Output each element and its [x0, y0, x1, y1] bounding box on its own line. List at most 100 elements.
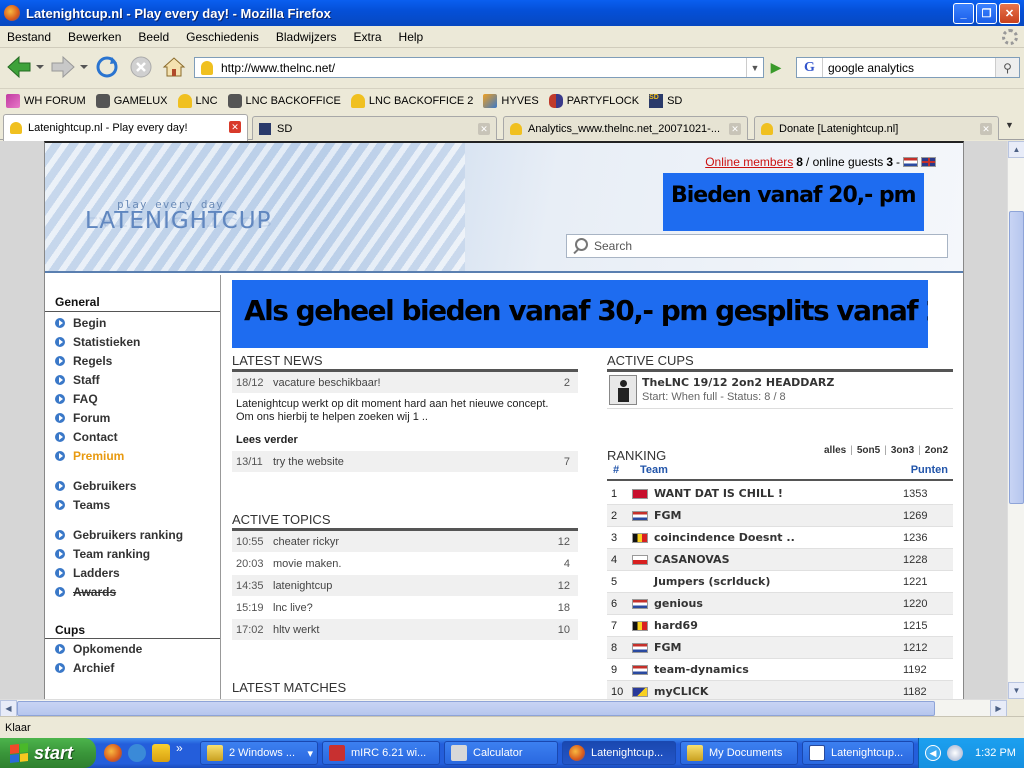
- ranking-row[interactable]: 3 coincindence Doesnt .. 1236: [607, 527, 953, 549]
- firefox-quicklaunch-icon[interactable]: [104, 744, 122, 762]
- network-tray-icon[interactable]: [947, 745, 963, 761]
- task-word-latenightcup[interactable]: Latenightcup...: [802, 741, 914, 765]
- ranking-row[interactable]: 1 WANT DAT IS CHILL ! 1353: [607, 483, 953, 505]
- sidebar-item-staff[interactable]: Staff: [55, 373, 100, 387]
- address-bar[interactable]: http://www.thelnc.net/ ▼: [194, 57, 764, 78]
- rank-team-name[interactable]: team-dynamics: [654, 663, 903, 676]
- menu-geschiedenis[interactable]: Geschiedenis: [186, 30, 259, 44]
- bookmark-hyves[interactable]: HYVES: [483, 93, 539, 108]
- topic-row[interactable]: 15:19 lnc live? 18: [232, 597, 578, 619]
- filter-3on3[interactable]: 3on3: [891, 445, 914, 456]
- vertical-scroll-thumb[interactable]: [1009, 211, 1024, 504]
- tab-sd[interactable]: SD ✕: [252, 116, 497, 140]
- read-more-link[interactable]: Lees verder: [236, 434, 298, 446]
- english-flag-icon[interactable]: [921, 157, 936, 167]
- scroll-left-icon[interactable]: ◀: [0, 700, 17, 717]
- app-quicklaunch-icon[interactable]: [152, 744, 170, 762]
- bookmark-gamelux[interactable]: GAMELUX: [95, 93, 168, 108]
- news-item[interactable]: 13/11 try the website 7: [232, 451, 578, 473]
- maximize-button[interactable]: ❐: [976, 3, 997, 24]
- sidebar-item-begin[interactable]: Begin: [55, 316, 106, 330]
- rank-team-name[interactable]: FGM: [654, 641, 903, 654]
- horizontal-scrollbar[interactable]: ◀ ▶: [0, 699, 1007, 717]
- forward-arrow-icon[interactable]: [50, 55, 76, 79]
- scroll-right-icon[interactable]: ▶: [990, 700, 1007, 717]
- start-button[interactable]: start: [0, 738, 96, 768]
- back-history-dropdown-icon[interactable]: [36, 63, 44, 71]
- bookmark-lnc[interactable]: LNC: [177, 93, 218, 108]
- sidebar-item-gebruikers[interactable]: Gebruikers: [55, 479, 136, 493]
- tab-close-icon[interactable]: ✕: [729, 123, 741, 135]
- sidebar-item-gebruikers-ranking[interactable]: Gebruikers ranking: [55, 528, 183, 542]
- ranking-row[interactable]: 2 FGM 1269: [607, 505, 953, 527]
- url-dropdown-icon[interactable]: ▼: [746, 58, 763, 77]
- sidebar-item-opkomende[interactable]: Opkomende: [55, 642, 142, 656]
- ranking-row[interactable]: 6 genious 1220: [607, 593, 953, 615]
- menu-bestand[interactable]: Bestand: [7, 30, 51, 44]
- ranking-row[interactable]: 8 FGM 1212: [607, 637, 953, 659]
- task-mirc[interactable]: mIRC 6.21 wi...: [322, 741, 440, 765]
- tab-analytics[interactable]: Analytics_www.thelnc.net_20071021-... ✕: [503, 116, 748, 140]
- sidebar-item-team-ranking[interactable]: Team ranking: [55, 547, 150, 561]
- tray-expand-icon[interactable]: ◀: [925, 745, 941, 761]
- tab-donate[interactable]: Donate [Latenightcup.nl] ✕: [754, 116, 999, 140]
- stop-icon[interactable]: [129, 55, 153, 79]
- rank-team-name[interactable]: coincindence Doesnt ..: [654, 531, 903, 544]
- menu-beeld[interactable]: Beeld: [138, 30, 169, 44]
- search-input[interactable]: google analytics: [823, 61, 995, 75]
- rank-team-name[interactable]: WANT DAT IS CHILL !: [654, 487, 903, 500]
- sidebar-item-archief[interactable]: Archief: [55, 661, 114, 675]
- close-button[interactable]: ✕: [999, 3, 1020, 24]
- back-arrow-icon[interactable]: [6, 55, 32, 79]
- sidebar-item-awards[interactable]: Awards: [55, 585, 116, 599]
- topic-row[interactable]: 17:02 hltv werkt 10: [232, 619, 578, 641]
- rank-team-name[interactable]: Jumpers (scrlduck): [654, 575, 903, 588]
- sidebar-item-premium[interactable]: Premium: [55, 449, 124, 463]
- ranking-row[interactable]: 7 hard69 1215: [607, 615, 953, 637]
- topic-row[interactable]: 20:03 movie maken. 4: [232, 553, 578, 575]
- search-bar[interactable]: G google analytics ⚲: [796, 57, 1020, 78]
- forward-history-dropdown-icon[interactable]: [80, 63, 88, 71]
- ranking-row[interactable]: 10 myCLICK 1182: [607, 681, 953, 699]
- task-calculator[interactable]: Calculator: [444, 741, 558, 765]
- vertical-scrollbar[interactable]: ▲ ▼: [1007, 141, 1024, 699]
- minimize-button[interactable]: _: [953, 3, 974, 24]
- home-icon[interactable]: [162, 55, 186, 79]
- scroll-down-icon[interactable]: ▼: [1008, 682, 1024, 699]
- rank-team-name[interactable]: FGM: [654, 509, 903, 522]
- ranking-row[interactable]: 4 CASANOVAS 1228: [607, 549, 953, 571]
- menu-bewerken[interactable]: Bewerken: [68, 30, 121, 44]
- topic-row[interactable]: 10:55 cheater rickyr 12: [232, 531, 578, 553]
- bookmark-lnc-backoffice-2[interactable]: LNC BACKOFFICE 2: [350, 93, 473, 108]
- task-windows-group[interactable]: 2 Windows ... ▾: [200, 741, 318, 765]
- filter-2on2[interactable]: 2on2: [925, 445, 948, 456]
- task-firefox-latenightcup[interactable]: Latenightcup...: [562, 741, 676, 765]
- scroll-up-icon[interactable]: ▲: [1008, 141, 1024, 158]
- sidebar-item-teams[interactable]: Teams: [55, 498, 110, 512]
- bookmark-partyflock[interactable]: PARTYFLOCK: [548, 93, 639, 108]
- bookmark-wh-forum[interactable]: WH FORUM: [6, 93, 86, 108]
- tab-close-icon[interactable]: ✕: [478, 123, 490, 135]
- menu-bladwijzers[interactable]: Bladwijzers: [276, 30, 337, 44]
- online-members-link[interactable]: Online members: [705, 155, 793, 169]
- ranking-row[interactable]: 5 Jumpers (scrlduck) 1221: [607, 571, 953, 593]
- tab-list-dropdown-icon[interactable]: ▼: [1005, 120, 1014, 130]
- window-title-bar[interactable]: Latenightcup.nl - Play every day! - Mozi…: [0, 0, 1024, 26]
- filter-5on5[interactable]: 5on5: [857, 445, 880, 456]
- rank-team-name[interactable]: CASANOVAS: [654, 553, 903, 566]
- filter-alles[interactable]: alles: [824, 445, 846, 456]
- menu-help[interactable]: Help: [399, 30, 424, 44]
- sidebar-item-ladders[interactable]: Ladders: [55, 566, 120, 580]
- rank-team-name[interactable]: myCLICK: [654, 685, 903, 698]
- news-item[interactable]: 18/12 vacature beschikbaar! 2: [232, 372, 578, 394]
- bookmark-lnc-backoffice[interactable]: LNC BACKOFFICE: [227, 93, 341, 108]
- sidebar-item-faq[interactable]: FAQ: [55, 392, 98, 406]
- go-button-icon[interactable]: ▶: [766, 57, 786, 78]
- menu-extra[interactable]: Extra: [354, 30, 382, 44]
- topic-row[interactable]: 14:35 latenightcup 12: [232, 575, 578, 597]
- sidebar-item-forum[interactable]: Forum: [55, 411, 110, 425]
- rank-team-name[interactable]: hard69: [654, 619, 903, 632]
- dutch-flag-icon[interactable]: [903, 157, 918, 167]
- search-magnifier-icon[interactable]: ⚲: [995, 58, 1019, 77]
- search-engine-icon[interactable]: G: [797, 58, 823, 77]
